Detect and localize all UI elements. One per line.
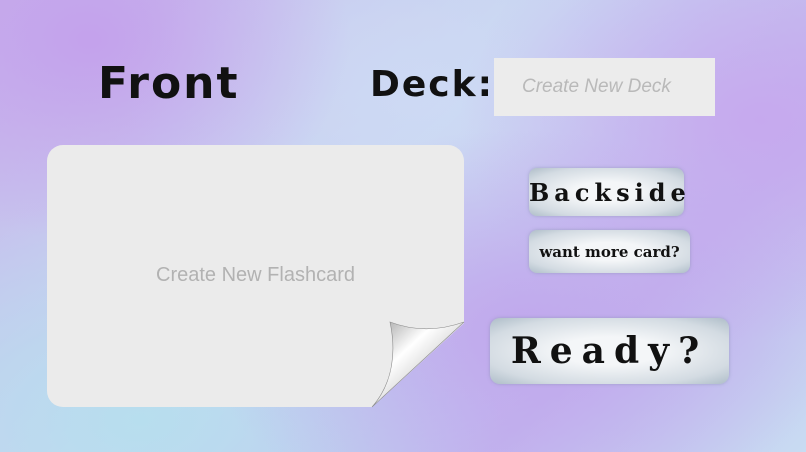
front-heading: Front [98,58,240,109]
page-curl-icon [371,321,465,408]
want-more-card-button[interactable]: want more card? [529,230,690,273]
flashcard-text-input[interactable] [47,250,464,300]
backside-button[interactable]: Backside [529,168,686,216]
deck-name-input[interactable] [494,58,715,116]
ready-button[interactable]: Ready? [490,318,729,384]
deck-label: Deck: [370,64,494,105]
